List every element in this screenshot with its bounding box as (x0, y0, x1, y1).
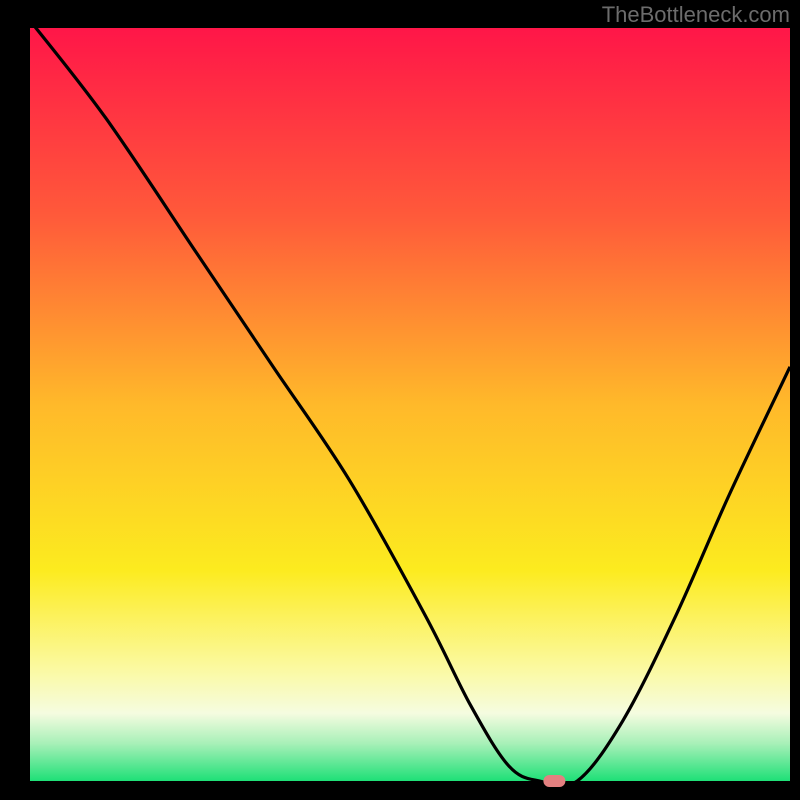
gradient-background (30, 28, 790, 781)
watermark-text: TheBottleneck.com (602, 2, 790, 28)
optimal-marker (543, 775, 565, 787)
bottleneck-chart (0, 0, 800, 800)
chart-frame: TheBottleneck.com (0, 0, 800, 800)
